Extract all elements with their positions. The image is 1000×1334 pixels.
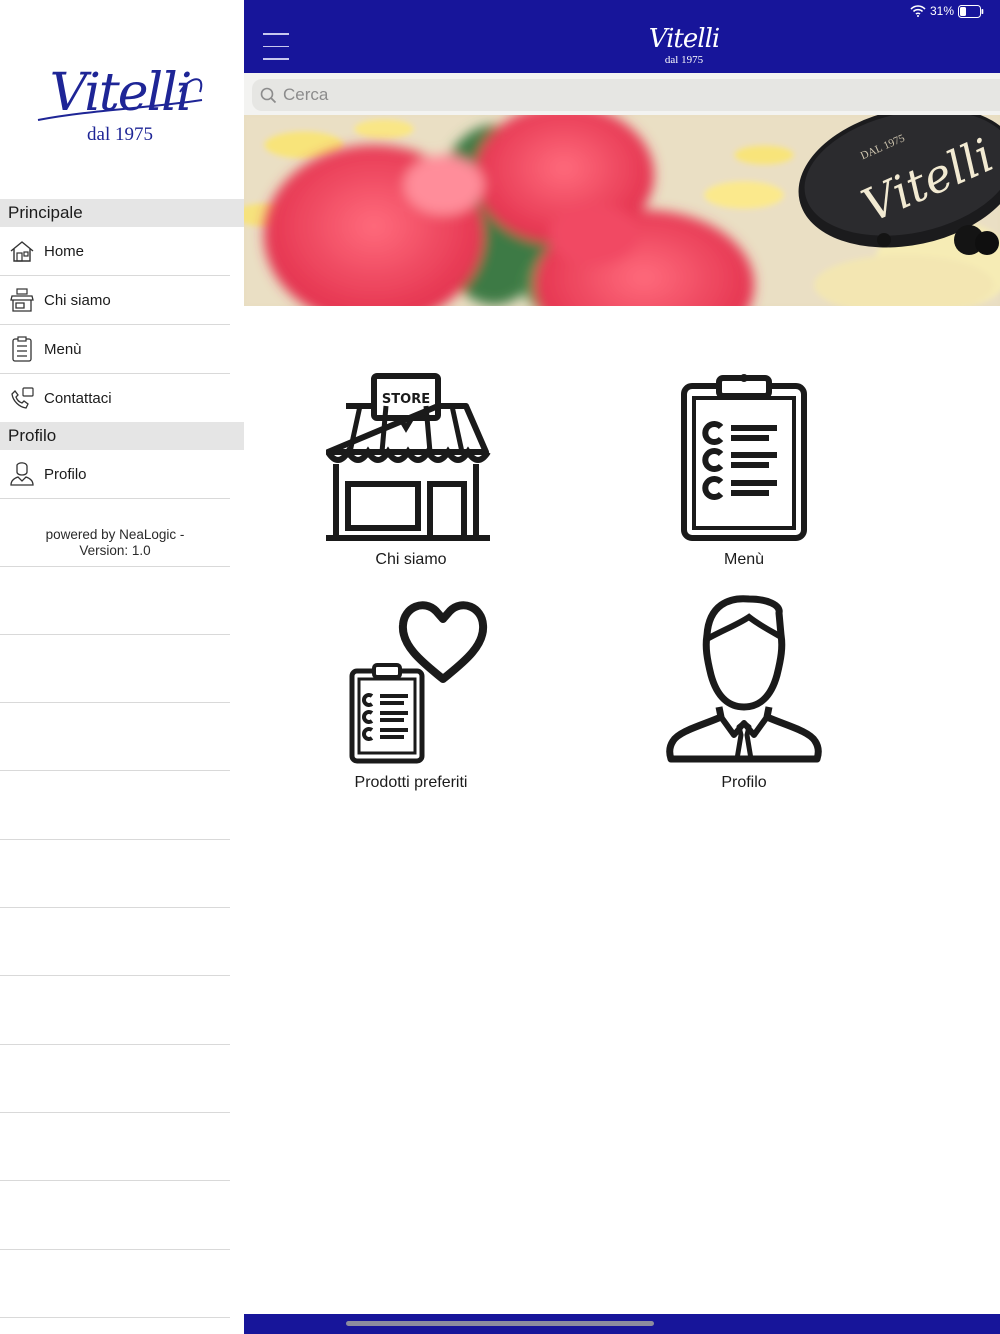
home-indicator[interactable] xyxy=(346,1321,654,1326)
sidebar: Vitelli dal 1975 Principale Home Chi sia… xyxy=(0,0,244,1334)
empty-row xyxy=(0,635,230,703)
empty-row xyxy=(0,1182,230,1250)
tile-label: Prodotti preferiti xyxy=(354,774,468,791)
top-bar: 31% Vitelli dal 1975 xyxy=(244,0,1000,73)
empty-row xyxy=(0,1113,230,1181)
empty-row xyxy=(0,1250,230,1318)
header-logo: Vitelli dal 1975 xyxy=(624,24,744,74)
section-principale: Principale xyxy=(0,199,244,227)
empty-row xyxy=(0,772,230,840)
clipboard-icon xyxy=(0,325,44,374)
logo-swash xyxy=(37,78,203,121)
sidebar-item-label: Contattaci xyxy=(44,389,112,407)
sidebar-item-chi-siamo[interactable]: Chi siamo xyxy=(0,276,230,325)
main-content: 31% Vitelli dal 1975 Cerca Vitelli DAL 1… xyxy=(244,0,1000,1334)
empty-row xyxy=(0,567,230,635)
version-text: Version: 1.0 xyxy=(79,543,151,558)
clipboard-icon xyxy=(681,374,807,541)
hamburger-menu-button[interactable] xyxy=(263,33,289,61)
sidebar-item-label: Chi siamo xyxy=(44,291,111,309)
tile-prodotti-preferiti[interactable]: Prodotti preferiti xyxy=(296,595,526,792)
banner-image: Vitelli DAL 1975 xyxy=(244,115,1000,306)
search-input[interactable]: Cerca xyxy=(252,79,1000,111)
empty-row xyxy=(0,703,230,771)
battery-icon xyxy=(958,4,984,18)
favorites-icon xyxy=(349,601,488,764)
store-icon xyxy=(0,276,44,325)
user-icon xyxy=(666,595,822,763)
tile-label: Profilo xyxy=(721,774,767,791)
sidebar-item-contattaci[interactable]: Contattaci xyxy=(0,374,230,423)
empty-row xyxy=(0,840,230,908)
sidebar-item-home[interactable]: Home xyxy=(0,227,230,276)
sidebar-item-menu[interactable]: Menù xyxy=(0,325,230,374)
status-bar: 31% xyxy=(910,4,984,18)
section-profilo: Profilo xyxy=(0,422,244,450)
tile-label: Menù xyxy=(723,551,765,568)
empty-row xyxy=(0,908,230,976)
empty-row xyxy=(0,1045,230,1113)
search-icon xyxy=(260,87,277,103)
phone-icon xyxy=(0,374,44,423)
empty-row xyxy=(0,977,230,1045)
sidebar-item-profilo[interactable]: Profilo xyxy=(0,450,230,499)
header-logo-since: dal 1975 xyxy=(664,54,704,66)
sidebar-item-label: Home xyxy=(44,242,85,260)
tile-profilo[interactable]: Profilo xyxy=(629,595,859,792)
tile-menu[interactable]: Menù xyxy=(629,372,859,569)
powered-by: powered by NeaLogic - Version: 1.0 xyxy=(0,498,230,567)
sidebar-logo: Vitelli dal 1975 xyxy=(30,62,210,162)
header-logo-wordmark: Vitelli xyxy=(648,24,720,54)
house-icon xyxy=(0,227,44,276)
bottom-bar xyxy=(244,1314,1000,1334)
user-icon xyxy=(0,450,44,499)
sidebar-item-label: Profilo xyxy=(44,465,87,483)
powered-by-text: powered by NeaLogic - xyxy=(45,527,185,542)
store-badge-text: STORE xyxy=(382,392,430,407)
sidebar-item-label: Menù xyxy=(44,340,82,358)
tile-label: Chi siamo xyxy=(375,551,447,568)
wifi-icon xyxy=(910,5,926,17)
battery-percent: 31% xyxy=(929,4,954,18)
search-placeholder: Cerca xyxy=(283,85,329,104)
search-bar: Cerca xyxy=(244,73,1000,115)
store-icon: STORE xyxy=(325,373,491,541)
tile-chi-siamo[interactable]: STORE Chi siamo xyxy=(296,372,526,569)
